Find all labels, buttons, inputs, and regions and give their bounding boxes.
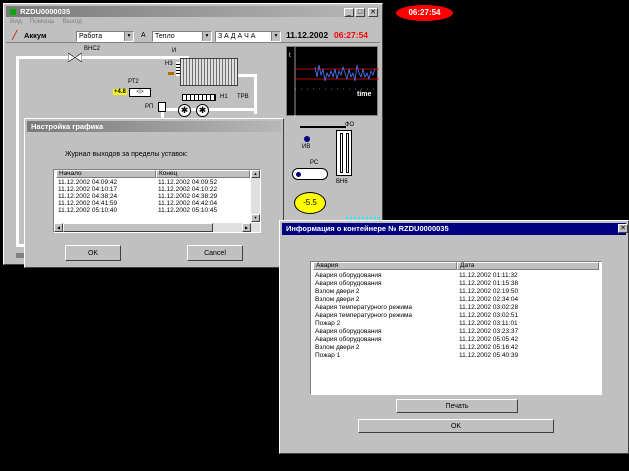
main-window-titlebar[interactable]: RZDU0000035 — [6, 6, 380, 17]
temperature-graph: t time — [286, 46, 379, 117]
graph-settings-dialog: Настройка графика Журнал выходов за пред… — [24, 118, 284, 268]
app-icon — [10, 9, 16, 16]
container-info-title: Информация о контейнере № RZDU0000035 — [286, 224, 449, 233]
valve-icon — [67, 52, 83, 63]
ok-button[interactable]: OK — [65, 245, 121, 261]
scroll-thumb[interactable] — [63, 223, 213, 232]
chevron-down-icon: ▼ — [202, 32, 211, 41]
table-row[interactable]: Взлом двери 2 11.12.2002 02:34:04 — [313, 296, 599, 303]
close-button[interactable]: ✕ — [368, 8, 378, 17]
toolbar: ╱ Аккум Работа ▼ А Тепло ▼ З А Д А Ч А ▼… — [6, 28, 380, 43]
graph-time-label: time — [357, 91, 372, 98]
chevron-down-icon: ▼ — [124, 32, 133, 41]
pipe — [16, 56, 186, 59]
ok-button[interactable]: OK — [358, 419, 554, 433]
rt2-label: РТ2 — [128, 79, 139, 85]
scroll-left-button[interactable]: ◀ — [54, 223, 63, 232]
evaporator-coil — [182, 94, 216, 101]
fan-icon: ✱ — [178, 104, 191, 117]
excursion-log-list[interactable]: Начало Конец 11.12.2002 04:09:42 11.12.2… — [53, 169, 261, 233]
temperature-indicator: -5.5 — [294, 192, 326, 214]
table-row[interactable]: Пожар 2 11.12.2002 03:11:01 — [313, 320, 599, 327]
vn6-label: ВН6 — [336, 179, 348, 185]
pipe — [236, 74, 256, 77]
n1-label: Н1 — [220, 94, 228, 100]
graph-settings-heading: Журнал выходов за пределы уставок: — [65, 151, 188, 158]
i-label: И — [172, 48, 177, 54]
table-row[interactable]: Взлом двери 2 11.12.2002 05:16:42 — [313, 344, 599, 351]
minimize-button[interactable]: _ — [344, 8, 354, 17]
filter-unit — [336, 130, 352, 176]
scroll-down-button[interactable]: ▼ — [251, 214, 260, 222]
clock-badge: 06:27:54 — [396, 5, 453, 21]
mode-select[interactable]: Работа ▼ — [76, 31, 134, 42]
menu-item-help[interactable]: Помощь — [30, 18, 55, 25]
column-header-alarm[interactable]: Авария — [313, 262, 457, 270]
compressor-unit — [180, 58, 238, 86]
horizontal-scrollbar[interactable]: ◀ ▶ — [54, 223, 260, 232]
fo-label: ФО — [345, 122, 355, 128]
menu-item-exit[interactable]: Выход — [63, 18, 82, 25]
a-label: А — [141, 32, 146, 39]
table-row[interactable]: Авария оборудования 11.12.2002 05:05:42 — [313, 336, 599, 343]
table-row[interactable]: Взлом двери 2 11.12.2002 02:19:50 — [313, 288, 599, 295]
heat-select[interactable]: Тепло ▼ — [152, 31, 212, 42]
iv-indicator — [304, 136, 310, 142]
trv-label: ТРВ — [237, 94, 249, 100]
heater-element — [168, 72, 174, 75]
column-header-end[interactable]: Конец — [156, 170, 250, 178]
mode-label: Аккум — [24, 31, 47, 40]
graph-settings-title: Настройка графика — [31, 122, 104, 131]
rs-label: РС — [310, 160, 319, 166]
iv-label: ИВ — [302, 144, 311, 150]
rt2-value: +4.8 — [113, 89, 127, 95]
current-date: 11.12.2002 — [286, 30, 329, 40]
maximize-button[interactable]: □ — [355, 8, 365, 17]
temperature-value: -5.5 — [303, 198, 317, 207]
fan-icon: ✱ — [196, 104, 209, 117]
close-button[interactable]: ✕ — [618, 224, 628, 233]
table-row[interactable]: Авария оборудования 11.12.2002 03:23:37 — [313, 328, 599, 335]
table-row[interactable]: Авария оборудования 11.12.2002 01:15:38 — [313, 280, 599, 287]
container-info-dialog: Информация о контейнере № RZDU0000035 ✕ … — [279, 220, 629, 454]
column-header-start[interactable]: Начало — [56, 170, 156, 178]
table-row[interactable]: Авария оборудования 11.12.2002 01:11:32 — [313, 272, 599, 279]
vertical-scrollbar[interactable]: ▲ ▼ — [251, 170, 260, 222]
column-header-date[interactable]: Дата — [457, 262, 599, 270]
cancel-button[interactable]: Cancel — [187, 245, 243, 261]
graph-settings-titlebar[interactable]: Настройка графика — [27, 121, 281, 132]
n3-label: Н3 — [165, 61, 173, 67]
menu-bar: Вид Помощь Выход — [10, 18, 82, 27]
vns2-label: ВНС2 — [84, 46, 101, 52]
list-item[interactable]: 11.12.2002 04:38:24 11.12.2002 04:38:29 — [56, 193, 250, 200]
print-button[interactable]: Печать — [396, 399, 518, 413]
receiver-tank — [292, 168, 328, 180]
container-info-titlebar[interactable]: Информация о контейнере № RZDU0000035 — [282, 223, 626, 235]
pipe — [16, 56, 19, 246]
pipe — [300, 126, 346, 128]
current-time: 06:27:54 — [334, 30, 369, 40]
table-row[interactable]: Авария температурного режима 11.12.2002 … — [313, 304, 599, 311]
alarm-list[interactable]: Авария Дата Авария оборудования 11.12.20… — [310, 261, 602, 395]
table-row[interactable]: Авария температурного режима 11.12.2002 … — [313, 312, 599, 319]
list-item[interactable]: 11.12.2002 04:41:59 11.12.2002 04:42:04 — [56, 200, 250, 207]
list-item[interactable]: 11.12.2002 05:10:40 11.12.2002 05:10:45 — [56, 207, 250, 214]
graph-t-label: t — [289, 53, 291, 59]
scroll-right-button[interactable]: ▶ — [242, 223, 251, 232]
battery-icon: ╱ — [12, 30, 18, 40]
chevron-down-icon: ▼ — [271, 32, 280, 41]
table-row[interactable]: Пожар 1 11.12.2002 05:40:39 — [313, 352, 599, 359]
rt2-sensor: <|> — [129, 88, 151, 97]
task-select[interactable]: З А Д А Ч А ▼ — [215, 31, 281, 42]
list-item[interactable]: 11.12.2002 04:09:42 11.12.2002 04:09:52 — [56, 179, 250, 186]
heater-icon — [176, 62, 180, 76]
list-item[interactable]: 11.12.2002 04:10:17 11.12.2002 04:10:22 — [56, 186, 250, 193]
clock-time: 06:27:54 — [408, 8, 441, 17]
rp-label: РП — [145, 104, 154, 110]
menu-item-view[interactable]: Вид — [10, 18, 22, 25]
status-dots — [346, 217, 380, 219]
main-window-title: RZDU0000035 — [20, 7, 71, 16]
scroll-up-button[interactable]: ▲ — [251, 170, 260, 178]
rp-box — [158, 102, 166, 112]
